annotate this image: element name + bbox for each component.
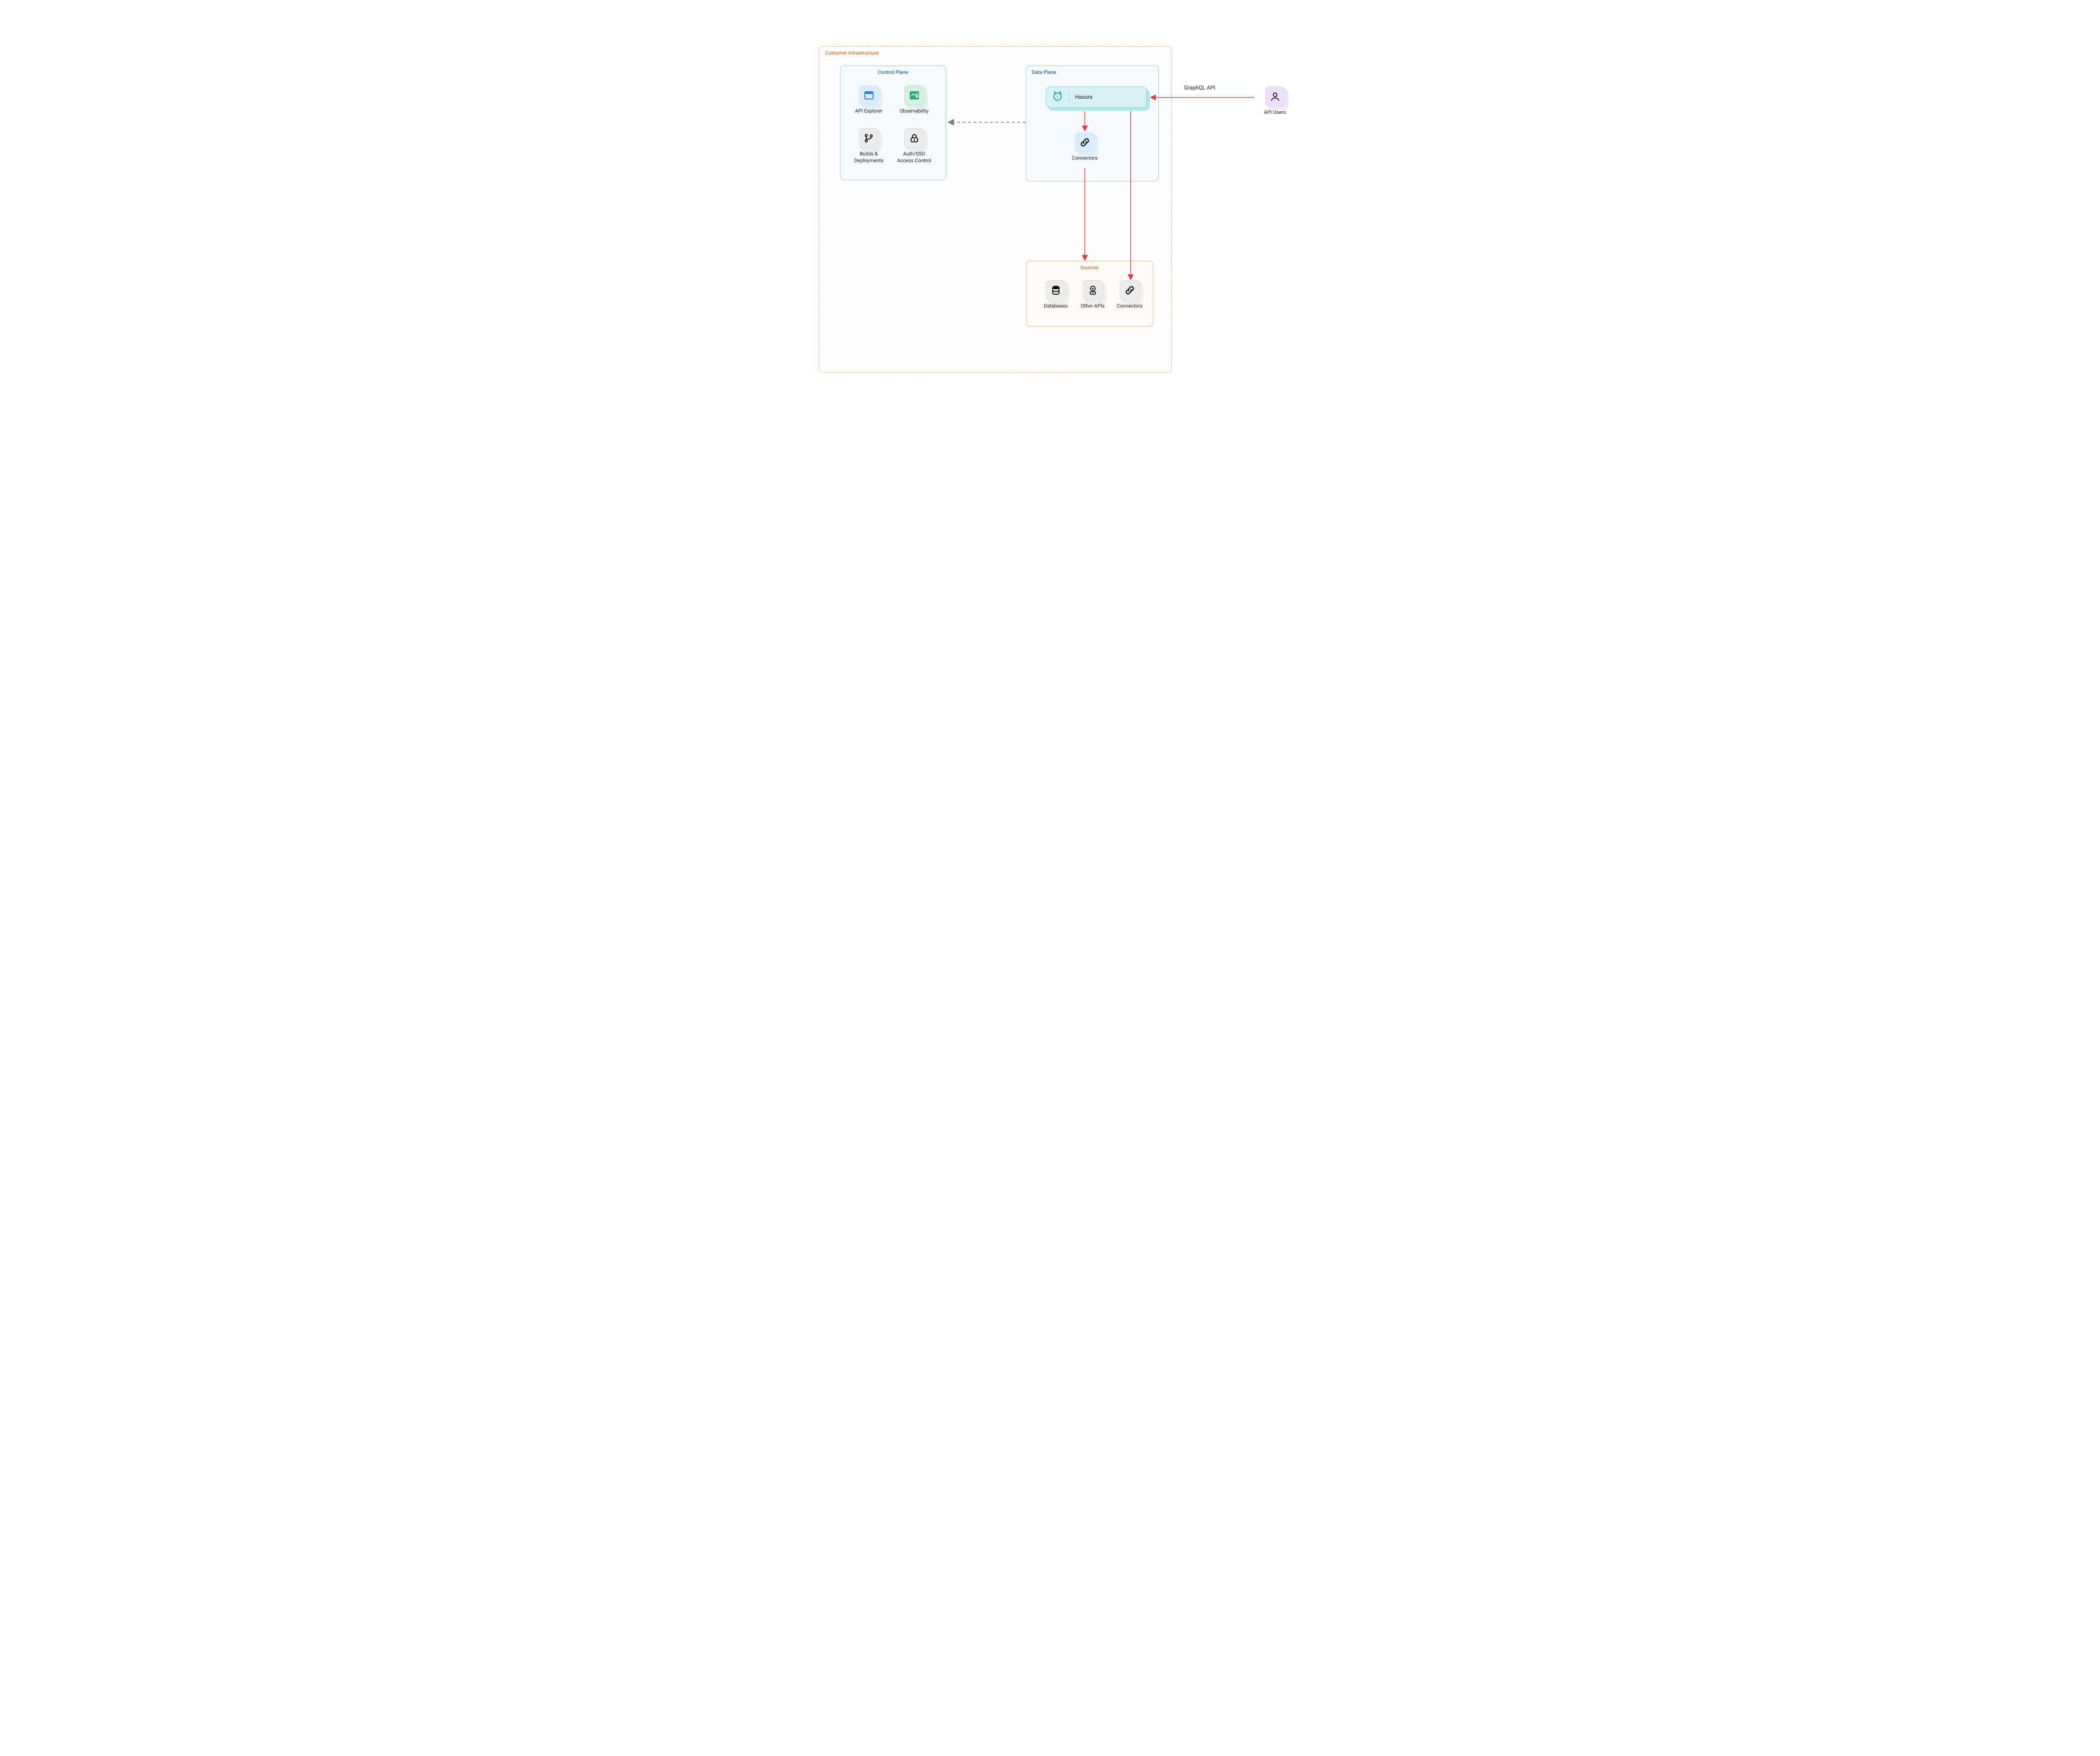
observability-node: Observability bbox=[895, 85, 933, 115]
diagram-canvas: Customer Infrastructure Control Plane Da… bbox=[780, 0, 1320, 390]
data-plane-pane: Data Plane bbox=[1026, 66, 1159, 181]
user-icon bbox=[1270, 91, 1281, 102]
link-icon bbox=[1124, 285, 1135, 296]
auth-label: Auth/SSO Access Control bbox=[895, 151, 933, 164]
sources-connectors-label: Connectors bbox=[1111, 303, 1149, 310]
api-gear-icon: POST API bbox=[1087, 285, 1098, 296]
hasura-label: Hasura bbox=[1075, 94, 1092, 100]
hasura-icon bbox=[1052, 91, 1063, 103]
api-users-label: API Users bbox=[1256, 109, 1294, 116]
databases-label: Databases bbox=[1037, 303, 1075, 310]
auth-node: Auth/SSO Access Control bbox=[895, 128, 933, 164]
svg-text:API: API bbox=[1092, 289, 1094, 290]
api-users-node: API Users bbox=[1256, 87, 1294, 116]
other-apis-node: POST API Other APIs bbox=[1074, 280, 1112, 310]
observability-label: Observability bbox=[895, 108, 933, 115]
window-icon bbox=[864, 90, 874, 101]
connectors-node: Connectors bbox=[1066, 132, 1104, 162]
builds-node: Builds & Deployments bbox=[850, 128, 888, 164]
control-plane-label: Control Plane bbox=[840, 69, 946, 75]
graphql-api-label: GraphQL API bbox=[1184, 85, 1215, 91]
sources-label: Sources bbox=[1026, 265, 1153, 271]
database-icon bbox=[1050, 285, 1061, 296]
builds-label: Builds & Deployments bbox=[850, 151, 888, 164]
databases-node: Databases bbox=[1037, 280, 1075, 310]
chart-icon bbox=[909, 90, 920, 101]
link-icon bbox=[1079, 137, 1090, 148]
sources-connectors-node: Connectors bbox=[1111, 280, 1149, 310]
data-plane-label: Data Plane bbox=[1032, 69, 1056, 75]
git-branch-icon bbox=[864, 133, 874, 144]
api-explorer-node: API Explorer bbox=[850, 85, 888, 115]
connectors-label: Connectors bbox=[1066, 155, 1104, 162]
customer-infrastructure-label: Customer Infrastructure bbox=[825, 50, 879, 56]
lock-icon bbox=[909, 133, 920, 144]
svg-text:POST: POST bbox=[1090, 292, 1095, 294]
api-explorer-label: API Explorer bbox=[850, 108, 888, 115]
other-apis-label: Other APIs bbox=[1074, 303, 1112, 310]
hasura-node: Hasura bbox=[1046, 87, 1147, 108]
